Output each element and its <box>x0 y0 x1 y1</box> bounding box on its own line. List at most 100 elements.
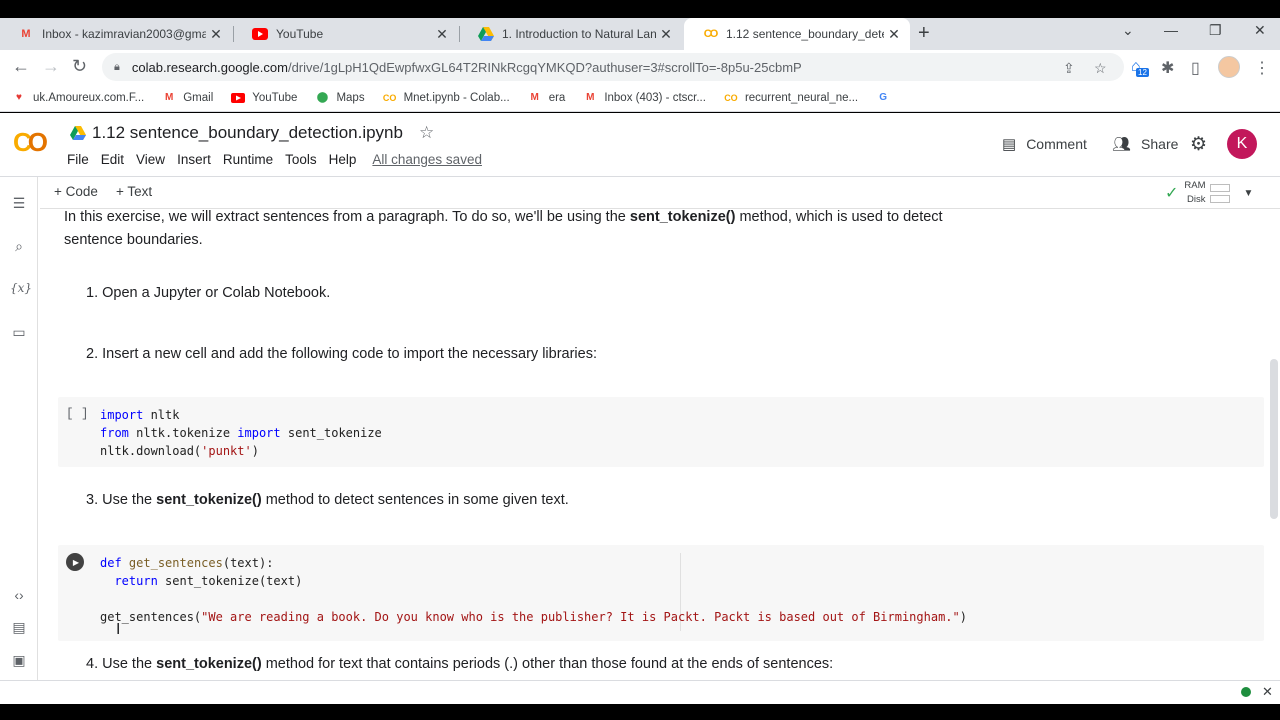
menu-help[interactable]: Help <box>329 152 357 167</box>
code-cell-1[interactable]: [ ] import nltk from nltk.tokenize impor… <box>58 397 1264 467</box>
colab-logo[interactable]: CO <box>13 127 53 157</box>
reload-icon[interactable]: ↻ <box>72 56 87 77</box>
bookmarks-bar: ♥ uk.Amoureux.com.F... M Gmail YouTube ⬤ Ma… <box>0 84 1280 112</box>
tab-gmail[interactable]: M Inbox - kazimravian2003@gmail. ✕ <box>0 18 232 50</box>
ram-label: RAM <box>1184 180 1206 191</box>
side-panel-icon[interactable]: ▯ <box>1191 58 1200 78</box>
folder-icon[interactable]: ▭ <box>10 324 28 341</box>
code-editor[interactable]: def get_sentences(text): return sent_tok… <box>100 554 967 626</box>
comment-button[interactable]: ▤ Comment <box>1002 135 1087 153</box>
screen-top-border <box>0 0 1280 18</box>
close-icon[interactable]: ✕ <box>884 26 904 43</box>
extension-badge: 12 <box>1136 68 1149 77</box>
colab-header: CO 1.12 sentence_boundary_detection.ipyn… <box>0 113 1280 177</box>
user-avatar[interactable]: K <box>1227 129 1257 159</box>
close-window-button[interactable]: ✕ <box>1254 22 1266 39</box>
share-page-icon[interactable]: ⇪ <box>1063 60 1075 77</box>
youtube-icon <box>231 91 246 105</box>
address-bar-row: ← → ↻ 🔒︎ colab.research.google.com/drive… <box>0 50 1280 84</box>
lock-icon: 🔒︎ <box>114 60 120 73</box>
code-snippets-icon[interactable]: ‹› <box>10 587 28 603</box>
bookmark-item[interactable]: CO Mnet.ipynb - Colab... <box>383 91 510 105</box>
bookmark-item[interactable]: ⬤ Maps <box>315 91 365 105</box>
profile-avatar[interactable] <box>1218 56 1240 78</box>
browser-tab-bar: M Inbox - kazimravian2003@gmail. ✕ YouTu… <box>0 18 1280 50</box>
back-arrow-icon[interactable]: ← <box>12 56 30 77</box>
notebook-content: In this exercise, we will extract senten… <box>40 209 1268 705</box>
menu-tools[interactable]: Tools <box>285 152 317 167</box>
resource-monitor[interactable]: ✓ RAM Disk ▼ <box>1165 179 1253 207</box>
tab-search-icon[interactable]: ⌄ <box>1122 22 1134 39</box>
minimize-button[interactable]: — <box>1164 22 1178 38</box>
bookmark-item[interactable]: ♥ uk.Amoureux.com.F... <box>12 91 144 105</box>
gmail-icon: M <box>530 92 539 103</box>
run-cell-button[interactable]: ▶ <box>66 553 84 571</box>
close-icon[interactable]: ✕ <box>656 26 676 43</box>
maps-icon: ⬤ <box>316 92 329 103</box>
intro-text: In this exercise, we will extract senten… <box>64 209 943 248</box>
menu-edit[interactable]: Edit <box>101 152 124 167</box>
tab-youtube[interactable]: YouTube ✕ <box>234 18 458 50</box>
colab-icon: CO <box>724 92 738 103</box>
gmail-icon: M <box>21 28 31 40</box>
google-icon: G <box>879 92 887 103</box>
chevron-down-icon[interactable]: ▼ <box>1244 188 1254 199</box>
search-icon[interactable]: ⌕ <box>10 238 28 255</box>
restore-button[interactable]: ❐ <box>1209 22 1222 39</box>
close-icon[interactable]: ✕ <box>1262 684 1273 700</box>
bookmark-item[interactable]: Mera <box>528 91 566 105</box>
bookmark-item[interactable]: G <box>876 91 897 105</box>
close-icon[interactable]: ✕ <box>206 26 226 43</box>
menu-view[interactable]: View <box>136 152 165 167</box>
menu-bar: File Edit View Insert Runtime Tools Help… <box>67 152 482 167</box>
screen-bottom-border <box>0 704 1280 720</box>
bookmark-item[interactable]: CO recurrent_neural_ne... <box>724 91 858 105</box>
menu-runtime[interactable]: Runtime <box>223 152 273 167</box>
table-of-contents-icon[interactable]: ☰ <box>10 195 28 212</box>
status-bar: ✕ <box>0 680 1280 704</box>
tab-drive[interactable]: 1. Introduction to Natural Langu ✕ <box>460 18 682 50</box>
kebab-menu-icon[interactable]: ⋮ <box>1254 58 1270 78</box>
notebook-title[interactable]: 1.12 sentence_boundary_detection.ipynb <box>92 123 403 143</box>
terminal-icon[interactable]: ▣ <box>10 652 28 669</box>
forward-arrow-icon[interactable]: → <box>42 56 60 77</box>
bookmark-item[interactable]: M Inbox (403) - ctscr... <box>583 91 706 105</box>
drive-icon <box>478 26 494 42</box>
gear-icon[interactable]: ⚙ <box>1190 133 1207 156</box>
left-sidebar: ☰ ⌕ {x} ▭ ‹› ▤ ▣ <box>0 177 38 705</box>
new-tab-button[interactable]: + <box>918 22 930 45</box>
people-icon: 👥︎ <box>1112 136 1132 153</box>
puzzle-icon[interactable]: ✱ <box>1161 58 1174 78</box>
url-input[interactable]: 🔒︎ colab.research.google.com/drive/1gLpH… <box>102 53 1124 81</box>
scrollbar[interactable] <box>1268 209 1280 705</box>
step-2-text: 2. Insert a new cell and add the followi… <box>86 346 597 362</box>
add-text-button[interactable]: + Text <box>116 184 152 199</box>
code-cell-2[interactable]: ▶ def get_sentences(text): return sent_t… <box>58 545 1264 641</box>
bookmark-item[interactable]: YouTube <box>231 91 297 105</box>
bookmark-star-icon[interactable]: ☆ <box>1094 60 1107 77</box>
variables-icon[interactable]: {x} <box>10 281 32 295</box>
add-code-button[interactable]: + Code <box>54 184 98 199</box>
check-icon: ✓ <box>1165 185 1179 202</box>
star-icon[interactable]: ☆ <box>419 123 434 143</box>
disk-label: Disk <box>1187 194 1206 205</box>
menu-file[interactable]: File <box>67 152 89 167</box>
menu-insert[interactable]: Insert <box>177 152 211 167</box>
heart-icon: ♥ <box>16 92 22 103</box>
cell-execution-bracket[interactable]: [ ] <box>66 407 89 421</box>
bookmark-item[interactable]: M Gmail <box>162 91 213 105</box>
save-status[interactable]: All changes saved <box>372 152 482 167</box>
tab-colab-active[interactable]: CO 1.12 sentence_boundary_detectio ✕ <box>684 18 910 50</box>
text-cursor-icon: I <box>116 620 121 638</box>
command-palette-icon[interactable]: ▤ <box>10 619 28 636</box>
gmail-icon: M <box>586 92 595 103</box>
notebook-toolbar: + Code + Text ✓ RAM Disk ▼ ︿ <box>40 177 1280 209</box>
notebook-title-row: 1.12 sentence_boundary_detection.ipynb ☆ <box>70 123 434 143</box>
connected-status-icon[interactable] <box>1241 687 1251 697</box>
scrollbar-thumb[interactable] <box>1270 359 1278 519</box>
gmail-icon: M <box>165 92 174 103</box>
code-editor[interactable]: import nltk from nltk.tokenize import se… <box>100 406 382 460</box>
step-4-text: 4. Use the sent_tokenize() method for te… <box>86 656 834 672</box>
share-button[interactable]: 👥︎ Share <box>1112 135 1178 153</box>
close-icon[interactable]: ✕ <box>432 26 452 43</box>
